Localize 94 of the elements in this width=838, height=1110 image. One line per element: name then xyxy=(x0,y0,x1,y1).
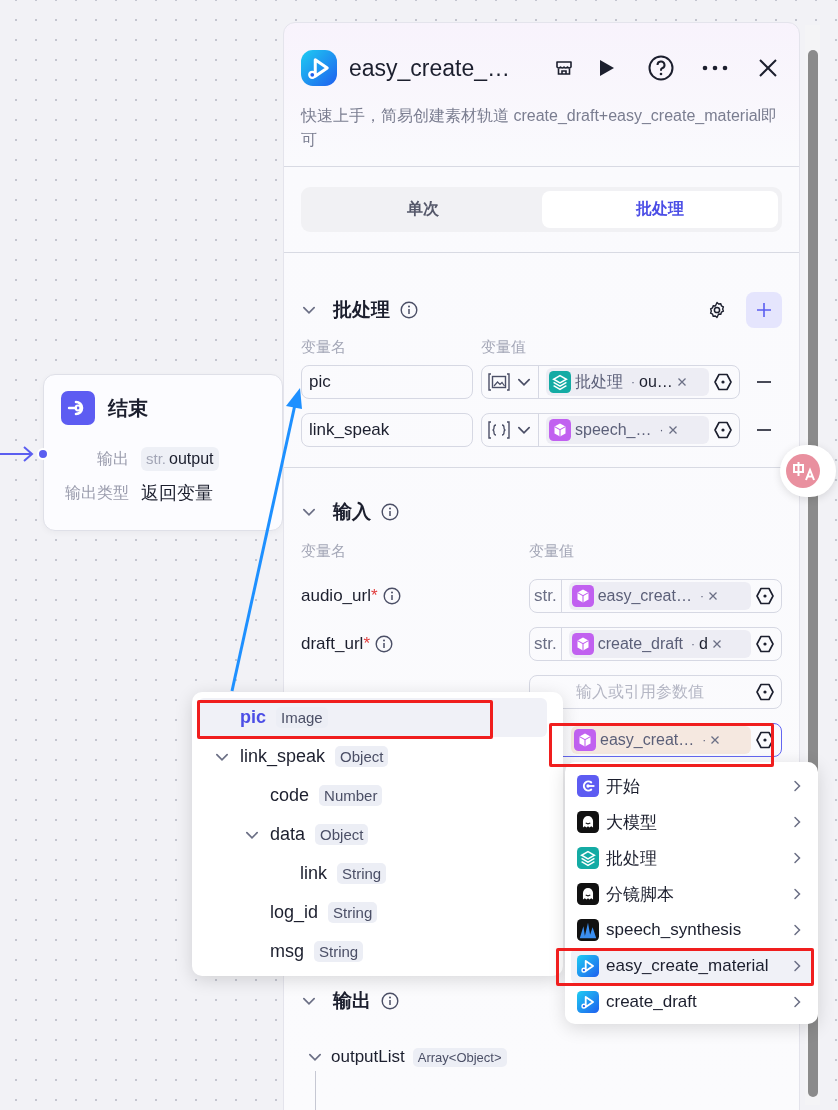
variable-value-field[interactable]: speech_… · xyxy=(481,413,740,447)
object-type-icon xyxy=(488,421,510,439)
play-icon xyxy=(301,50,337,86)
parameter-name: draft_url xyxy=(301,634,364,654)
info-icon[interactable] xyxy=(375,635,393,653)
value-input[interactable]: 输入或引用参数值 xyxy=(568,683,751,701)
column-header: 变量值 xyxy=(481,338,527,357)
type-tag: Number xyxy=(319,785,383,806)
variable-reference-icon[interactable] xyxy=(755,682,775,702)
cube-icon xyxy=(549,419,571,441)
type-label: str. xyxy=(530,580,562,612)
more-icon[interactable] xyxy=(702,65,728,71)
output-name: outputList xyxy=(331,1047,405,1067)
panel-description: 快速上手，简易创建素材轨道 create_draft+easy_create_material即可 xyxy=(299,106,779,150)
variable-reference-chip[interactable]: easy_creat… · xyxy=(568,582,751,610)
type-tag: Array<Object> xyxy=(412,1047,507,1067)
cube-icon xyxy=(574,729,596,751)
info-icon[interactable] xyxy=(381,992,399,1010)
plus-icon xyxy=(757,303,771,317)
variable-reference-icon[interactable] xyxy=(755,586,775,606)
field-value: 返回变量 xyxy=(141,482,213,505)
variable-tree-item[interactable]: log_id String xyxy=(198,893,547,932)
variable-reference-icon[interactable] xyxy=(713,372,733,392)
type-tag: String xyxy=(314,941,364,962)
menu-item[interactable]: 分镜脚本 xyxy=(571,876,812,912)
info-icon[interactable] xyxy=(382,587,401,605)
variable-tree-item[interactable]: code Number xyxy=(198,776,547,815)
panel-title: easy_create_… xyxy=(349,54,512,82)
type-tag: Object xyxy=(315,824,369,845)
menu-item[interactable]: 批处理 xyxy=(571,840,812,876)
field-label: 输出类型 xyxy=(65,482,129,503)
settings-icon[interactable] xyxy=(708,301,726,319)
variable-reference-chip[interactable]: 批处理 · ou… xyxy=(546,368,709,396)
type-tag: Image xyxy=(276,707,328,728)
type-tag: String xyxy=(337,863,387,884)
connector-arrow xyxy=(0,446,34,462)
variable-tree-item[interactable]: msg String xyxy=(198,932,547,971)
start-icon xyxy=(577,775,599,797)
image-type-icon xyxy=(488,373,510,391)
end-node-card[interactable]: 结束 输出 str. output 输出类型 返回变量 xyxy=(43,374,283,531)
minus-icon xyxy=(757,381,771,383)
variable-reference-icon[interactable] xyxy=(755,634,775,654)
variable-reference-icon[interactable] xyxy=(713,420,733,440)
ghost-icon xyxy=(577,811,599,833)
parameter-value-field[interactable]: str. create_draft · d xyxy=(529,627,782,661)
variable-reference-chip[interactable]: easy_creat… · xyxy=(571,726,751,754)
translate-icon xyxy=(786,454,820,488)
variable-tree-item[interactable]: data Object xyxy=(198,815,547,854)
variable-reference-chip[interactable]: create_draft · d xyxy=(568,630,751,658)
variable-name-field[interactable]: pic xyxy=(301,365,473,399)
section-title: 输入 xyxy=(333,500,371,524)
column-header: 变量名 xyxy=(301,338,347,357)
menu-item[interactable]: create_draft xyxy=(571,984,812,1020)
section-title: 批处理 xyxy=(333,298,390,322)
required-mark: * xyxy=(370,586,378,606)
ghost-icon xyxy=(577,883,599,905)
section-title: 输出 xyxy=(333,989,371,1013)
variable-value-field[interactable]: 批处理 · ou… xyxy=(481,365,740,399)
input-port[interactable] xyxy=(37,448,49,460)
menu-item[interactable]: speech_synthesis xyxy=(571,912,812,948)
variable-tree-item[interactable]: link String xyxy=(198,854,547,893)
node-title: 结束 xyxy=(108,395,148,421)
menu-item[interactable]: 开始 xyxy=(571,768,812,804)
info-icon[interactable] xyxy=(381,503,399,521)
tab[interactable]: 单次 xyxy=(305,191,542,228)
play-icon xyxy=(577,991,599,1013)
type-tag: String xyxy=(328,902,378,923)
field-label: 输出 xyxy=(97,448,129,469)
parameter-name: audio_url xyxy=(301,586,371,606)
layers-icon xyxy=(577,847,599,869)
variable-name-field[interactable]: link_speak xyxy=(301,413,473,447)
peaks-icon xyxy=(577,919,599,941)
cube-icon xyxy=(571,633,594,655)
tab[interactable]: 批处理 xyxy=(541,191,778,228)
info-icon[interactable] xyxy=(400,301,418,319)
required-mark: * xyxy=(363,634,370,654)
play-icon xyxy=(577,955,599,977)
parameter-value-field[interactable]: str. easy_creat… · xyxy=(529,579,782,613)
column-header: 变量值 xyxy=(529,542,575,561)
exit-icon xyxy=(61,391,95,425)
type-tag: Object xyxy=(335,746,389,767)
close-icon[interactable] xyxy=(758,58,778,78)
parameter-value-field[interactable]: 输入或引用参数值 xyxy=(529,675,782,709)
minus-icon xyxy=(757,429,771,431)
layers-icon xyxy=(549,371,571,393)
add-button[interactable] xyxy=(746,292,782,328)
variable-reference-chip[interactable]: speech_… · xyxy=(546,416,709,444)
output-variable-tag: str. output xyxy=(141,447,219,471)
type-label: str. xyxy=(530,628,562,660)
store-icon[interactable] xyxy=(554,58,574,78)
menu-item[interactable]: 大模型 xyxy=(571,804,812,840)
column-header: 变量名 xyxy=(301,542,347,561)
cube-icon xyxy=(571,585,594,607)
help-icon[interactable] xyxy=(648,55,674,81)
